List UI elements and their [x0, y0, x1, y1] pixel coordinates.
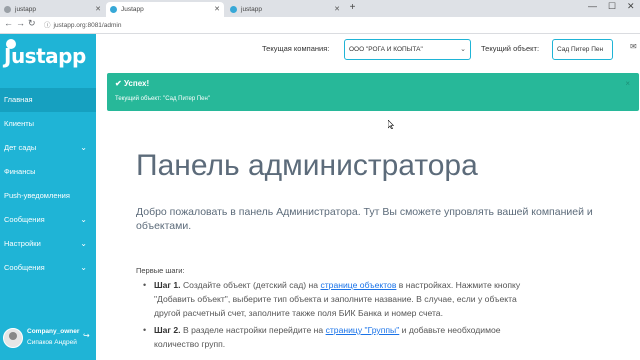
user-panel: Company_owner Сипаков Андрей ↪: [0, 324, 96, 360]
browser-tab-strip: justapp ✕ Justapp ✕ justapp ✕ + — ☐ ✕: [0, 0, 640, 17]
avatar[interactable]: [3, 328, 23, 348]
page-title: Панель администратора: [136, 149, 478, 182]
top-bar: Текущая компания: ООО "РОГА И КОПЫТА" ⌄ …: [96, 34, 640, 64]
sidebar-item-kindergartens[interactable]: Дет сады ⌄: [0, 136, 96, 160]
browser-tab-2[interactable]: Justapp ✕: [106, 2, 224, 17]
company-label: Текущая компания:: [262, 44, 330, 53]
browser-tab-1[interactable]: justapp ✕: [0, 2, 105, 17]
sidebar-item-messages-2[interactable]: Сообщения ⌄: [0, 256, 96, 280]
maximize-icon[interactable]: ☐: [608, 1, 616, 12]
chevron-down-icon: ⌄: [80, 263, 87, 272]
forward-icon[interactable]: →: [16, 18, 25, 28]
sidebar-item-label: Дет сады: [4, 143, 37, 152]
sidebar-item-home[interactable]: Главная: [0, 88, 96, 112]
sidebar-item-label: Настройки: [4, 239, 41, 248]
check-icon: ✔: [115, 79, 122, 88]
step-heading: Шаг 2.: [154, 325, 181, 335]
close-tab-icon[interactable]: ✕: [95, 2, 101, 17]
alert-title: ✔ Успех!: [115, 79, 149, 88]
address-bar: ← → ↻ ⓘ justapp.org:8081/admin: [0, 17, 640, 34]
sidebar-item-label: Push-уведомления: [4, 191, 70, 200]
minimize-icon[interactable]: —: [588, 1, 597, 11]
bullet-icon: •: [143, 325, 147, 335]
user-name: Сипаков Андрей: [27, 339, 77, 346]
url-text: justapp.org:8081/admin: [53, 22, 122, 29]
tab-label: justapp: [15, 6, 36, 13]
sidebar-item-label: Главная: [4, 95, 33, 104]
sidebar-item-label: Сообщения: [4, 263, 45, 272]
chevron-down-icon: ⌄: [80, 215, 87, 224]
list-item: • Шаг 1. Создайте объект (детский сад) н…: [143, 278, 543, 320]
sidebar-item-clients[interactable]: Клиенты: [0, 112, 96, 136]
tab-label: justapp: [241, 6, 262, 13]
close-tab-icon[interactable]: ✕: [334, 2, 340, 17]
bullet-icon: •: [143, 280, 147, 290]
objects-page-link[interactable]: странице объектов: [320, 280, 396, 290]
logout-icon[interactable]: ↪: [83, 331, 90, 340]
favicon-icon: [230, 6, 237, 13]
sidebar-item-push[interactable]: Push-уведомления: [0, 184, 96, 208]
object-select[interactable]: Сад Питер Пен: [552, 39, 613, 60]
sidebar: Justapp Главная Клиенты Дет сады ⌄ Финанс…: [0, 34, 96, 360]
company-select-value: ООО "РОГА И КОПЫТА": [349, 46, 423, 53]
new-tab-button[interactable]: +: [347, 3, 358, 14]
step-text: В разделе настройки перейдите на: [180, 325, 326, 335]
sidebar-item-label: Клиенты: [4, 119, 35, 128]
alert-close-button[interactable]: ×: [625, 79, 630, 88]
list-item: • Шаг 2. В разделе настройки перейдите н…: [143, 323, 543, 351]
object-select-value: Сад Питер Пен: [557, 46, 604, 53]
browser-tab-3[interactable]: justapp ✕: [226, 2, 344, 17]
steps-list: • Шаг 1. Создайте объект (детский сад) н…: [143, 278, 543, 354]
window-close-icon[interactable]: ✕: [627, 1, 635, 12]
sidebar-item-label: Финансы: [4, 167, 36, 176]
success-alert: ✔ Успех! Текущий объект: "Сад Питер Пен"…: [107, 73, 639, 111]
logo[interactable]: Justapp: [4, 44, 86, 68]
info-icon: ⓘ: [44, 22, 51, 29]
welcome-text: Добро пожаловать в панель Администратора…: [136, 206, 593, 232]
groups-page-link[interactable]: страницу "Группы": [326, 325, 400, 335]
object-label: Текущий объект:: [481, 44, 540, 53]
sidebar-item-messages[interactable]: Сообщения ⌄: [0, 208, 96, 232]
sidebar-nav: Главная Клиенты Дет сады ⌄ Финансы Push-у…: [0, 88, 96, 280]
close-tab-icon[interactable]: ✕: [214, 2, 220, 17]
sidebar-item-label: Сообщения: [4, 215, 45, 224]
mail-icon[interactable]: ✉: [630, 42, 637, 51]
chevron-down-icon: ⌄: [80, 239, 87, 248]
step-text: Создайте объект (детский сад) на: [180, 280, 321, 290]
favicon-icon: [110, 6, 117, 13]
main-content: Панель администратора Добро пожаловать в…: [96, 112, 640, 360]
chevron-down-icon: ⌄: [460, 46, 466, 53]
sidebar-item-finance[interactable]: Финансы: [0, 160, 96, 184]
mouse-cursor-icon: [388, 120, 394, 129]
company-select[interactable]: ООО "РОГА И КОПЫТА" ⌄: [344, 39, 471, 60]
url-field[interactable]: ⓘ justapp.org:8081/admin: [44, 20, 121, 31]
favicon-icon: [4, 6, 11, 13]
steps-label: Первые шаги:: [136, 266, 185, 275]
back-icon[interactable]: ←: [4, 18, 13, 28]
reload-icon[interactable]: ↻: [28, 18, 36, 29]
chevron-down-icon: ⌄: [80, 143, 87, 152]
user-role: Company_owner: [27, 328, 80, 335]
alert-message: Текущий объект: "Сад Питер Пен": [115, 96, 210, 102]
sidebar-item-settings[interactable]: Настройки ⌄: [0, 232, 96, 256]
alert-title-text: Успех!: [123, 79, 150, 88]
tab-label: Justapp: [121, 6, 144, 13]
step-heading: Шаг 1.: [154, 280, 181, 290]
